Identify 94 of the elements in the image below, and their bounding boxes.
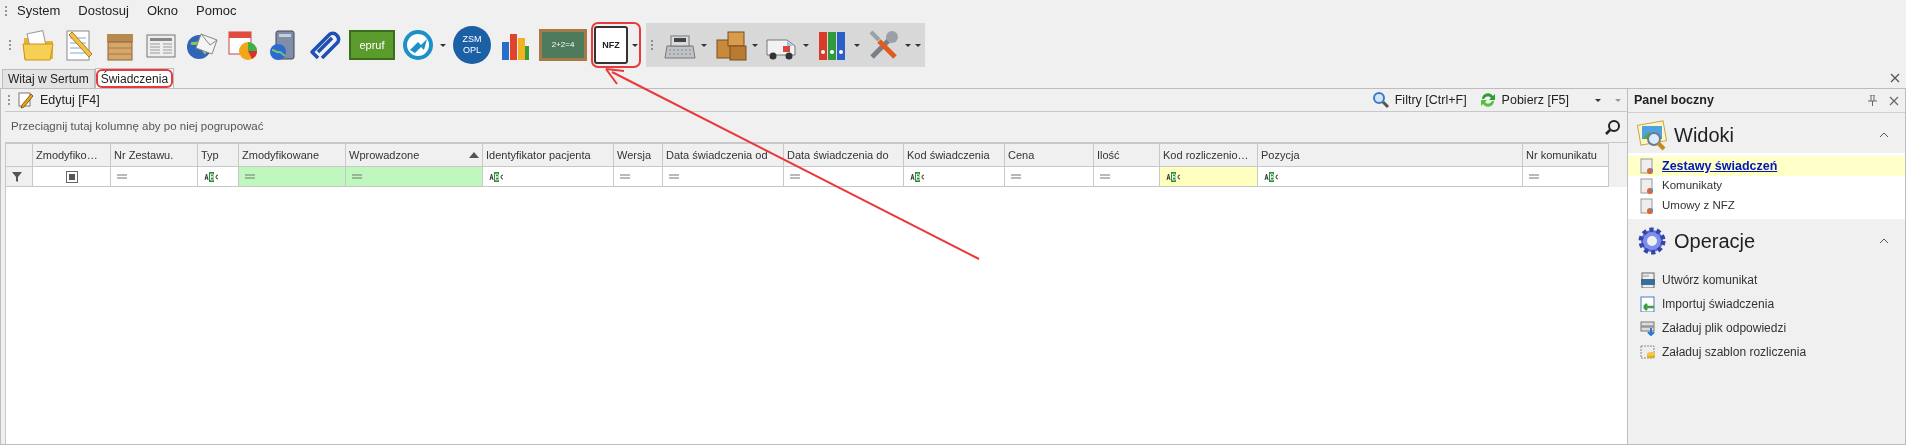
menu-item[interactable]: Dostosuj	[69, 0, 138, 22]
equals-icon	[352, 174, 362, 179]
text-filter-icon	[1264, 171, 1279, 182]
panel-action[interactable]: Utwórz komunikat	[1628, 268, 1905, 292]
panel-action[interactable]: Załaduj plik odpowiedzi	[1628, 316, 1905, 340]
toolbar-button[interactable]: ZSM OPL	[453, 26, 491, 64]
filter-cell[interactable]	[346, 167, 483, 187]
caret-icon[interactable]	[1595, 98, 1601, 102]
filter-cell[interactable]	[1523, 167, 1609, 187]
menu-item[interactable]: Pomoc	[187, 0, 246, 22]
close-icon[interactable]	[1890, 73, 1900, 83]
panel-title: Panel boczny	[1634, 92, 1715, 110]
sort-icon	[469, 152, 479, 158]
equals-icon	[1011, 174, 1021, 179]
caret-icon[interactable]	[803, 43, 809, 47]
filter-cell[interactable]	[784, 167, 904, 187]
download-icon	[1640, 320, 1656, 336]
toolbar-button[interactable]: Edytuj [F4]	[11, 90, 106, 110]
filter-cell[interactable]	[239, 167, 346, 187]
filter-cell[interactable]	[198, 167, 239, 187]
caret-icon[interactable]	[752, 43, 758, 47]
boxes-icon[interactable]	[714, 28, 748, 62]
filter-cell[interactable]	[614, 167, 663, 187]
caret-icon[interactable]	[905, 43, 911, 47]
column-header[interactable]: Kod świadczenia	[904, 143, 1005, 167]
column-header[interactable]: Pozycja	[1258, 143, 1523, 167]
section-title: Widoki	[1674, 123, 1735, 148]
filter-cell[interactable]	[483, 167, 614, 187]
tab[interactable]: Witaj w Sertum	[2, 69, 95, 88]
toolbar-button[interactable]: NFZ	[594, 26, 628, 64]
menu-item[interactable]: System	[8, 0, 70, 22]
caret-icon[interactable]	[632, 43, 638, 47]
caret-icon[interactable]	[854, 43, 860, 47]
tab[interactable]: Świadczenia	[94, 68, 175, 88]
checkbox-icon	[65, 170, 78, 183]
grip-icon[interactable]	[7, 93, 11, 107]
text-filter-icon	[910, 171, 925, 182]
overflow-icon[interactable]	[915, 43, 921, 47]
section-title: Operacje	[1674, 229, 1757, 254]
caret-icon[interactable]	[440, 43, 446, 47]
equals-icon	[1529, 174, 1539, 179]
report-icon	[1640, 198, 1656, 214]
group-hint: Przeciągnij tutaj kolumnę aby po niej pogrupować	[11, 119, 265, 135]
filter-cell[interactable]	[33, 167, 111, 187]
import-icon	[1640, 296, 1656, 312]
equals-icon	[117, 174, 127, 179]
folder-icon[interactable]	[21, 28, 55, 62]
panel-link[interactable]: Zestawy świadczeń	[1628, 156, 1905, 176]
grip-icon[interactable]	[4, 4, 8, 18]
toolbar-button[interactable]: Filtry [Ctrl+F]	[1365, 90, 1473, 110]
panel-action[interactable]: Importuj świadczenia	[1628, 292, 1905, 316]
text-filter-icon	[489, 171, 504, 182]
search-icon[interactable]	[1605, 119, 1621, 135]
equals-icon	[1100, 174, 1110, 179]
equals-icon	[245, 174, 255, 179]
magnifier-icon	[1371, 91, 1390, 109]
highlight-ring	[591, 22, 641, 68]
panel-link[interactable]: Umowy z NFZ	[1628, 196, 1905, 216]
equals-icon	[790, 174, 800, 179]
toolbar-button[interactable]: 2+2=4	[539, 29, 587, 61]
circle-logo-icon[interactable]	[402, 28, 436, 62]
filter-cell[interactable]	[1258, 167, 1523, 187]
xml-file-icon	[1640, 272, 1656, 288]
text-filter-icon	[1166, 171, 1181, 182]
grip-icon[interactable]	[8, 38, 12, 52]
filter-cell[interactable]	[904, 167, 1005, 187]
filter-cell[interactable]	[1160, 167, 1258, 187]
filter-cell[interactable]	[1005, 167, 1094, 187]
grip-icon[interactable]	[650, 38, 654, 52]
text-filter-icon	[204, 171, 219, 182]
panel-link[interactable]: Komunikaty	[1628, 176, 1905, 196]
column-header[interactable]: Identyfikator pacjenta	[483, 143, 614, 167]
menu-item[interactable]: Okno	[137, 0, 187, 22]
calendar-chart-icon[interactable]	[226, 28, 260, 62]
column-header[interactable]: Zmodyfikowane	[239, 143, 346, 167]
chevron-icon[interactable]	[1879, 132, 1889, 138]
caret-icon[interactable]	[701, 43, 707, 47]
report-icon	[1640, 178, 1656, 194]
equals-icon	[669, 174, 679, 179]
panel-action[interactable]: Załaduj szablon rozliczenia	[1628, 340, 1905, 364]
pin-icon[interactable]	[1868, 95, 1877, 106]
pencil-icon	[17, 91, 35, 109]
equals-icon	[620, 174, 630, 179]
filter-icon[interactable]	[12, 171, 22, 182]
filter-cell[interactable]	[111, 167, 198, 187]
chevron-icon[interactable]	[1879, 238, 1889, 244]
template-icon	[1640, 344, 1656, 360]
column-header[interactable]: Wprowadzone	[346, 143, 483, 167]
refresh-icon	[1478, 91, 1497, 109]
close-icon[interactable]	[1889, 95, 1899, 106]
report-icon	[1640, 158, 1656, 174]
filter-cell[interactable]	[1094, 167, 1160, 187]
filter-cell[interactable]	[663, 167, 784, 187]
toolbar-button[interactable]: Pobierz [F5]	[1472, 90, 1575, 110]
